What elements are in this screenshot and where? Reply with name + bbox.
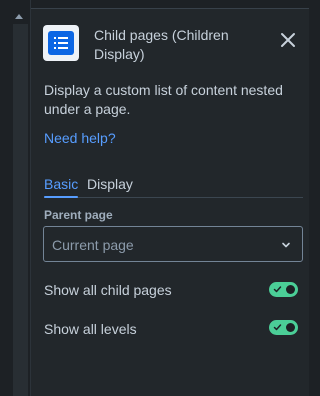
macro-description: Display a custom list of content nested …: [44, 82, 283, 117]
close-button[interactable]: [275, 27, 301, 53]
check-icon: [273, 286, 282, 293]
need-help-link[interactable]: Need help?: [44, 129, 116, 148]
scroll-up-arrow-icon[interactable]: [15, 14, 23, 19]
panel-title: Child pages (Children Display): [94, 27, 229, 62]
show-all-levels-label: Show all levels: [44, 321, 137, 337]
scrollbar-track[interactable]: [13, 24, 28, 396]
toggle-knob: [286, 323, 295, 332]
toggle-knob: [286, 285, 295, 294]
chevron-down-icon: [282, 242, 290, 248]
close-icon: [281, 33, 295, 47]
macro-config-panel: Child pages (Children Display) Display a…: [31, 9, 309, 396]
scrollbar-gutter: [0, 0, 31, 396]
tab-basic[interactable]: Basic: [44, 175, 79, 198]
tab-bar: Basic Display: [44, 175, 303, 198]
tab-display[interactable]: Display: [87, 175, 133, 196]
parent-page-placeholder: Current page: [52, 237, 134, 253]
show-all-child-pages-toggle[interactable]: [269, 282, 298, 297]
parent-page-select[interactable]: Current page: [43, 226, 303, 262]
list-macro-icon: [43, 25, 79, 61]
show-all-child-pages-label: Show all child pages: [44, 282, 172, 298]
app-root: Child pages (Children Display) Display a…: [0, 0, 309, 396]
parent-page-label: Parent page: [44, 208, 113, 222]
show-all-levels-toggle[interactable]: [269, 320, 298, 335]
check-icon: [273, 324, 282, 331]
